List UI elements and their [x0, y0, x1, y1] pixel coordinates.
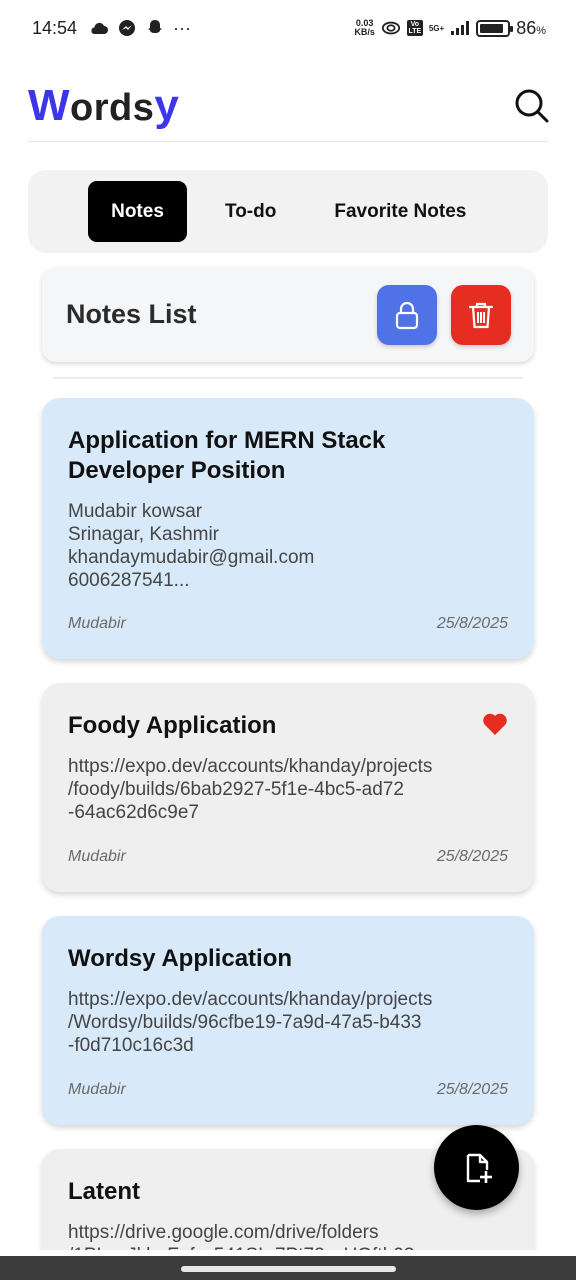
note-card[interactable]: Application for MERN Stack Developer Pos…	[42, 398, 534, 659]
note-footer: Mudabir 25/8/2025	[68, 615, 508, 633]
delete-button[interactable]	[451, 284, 511, 345]
add-note-icon	[466, 1153, 492, 1183]
note-title: Wordsy Application	[68, 945, 293, 972]
tab-favorite-notes[interactable]: Favorite Notes	[312, 181, 488, 242]
snapchat-icon	[145, 18, 165, 38]
hotspot-icon	[381, 18, 401, 38]
note-date: 25/8/2025	[436, 615, 508, 632]
status-time: 14:54	[32, 17, 78, 38]
note-date: 25/8/2025	[436, 1081, 508, 1098]
note-body: https://expo.dev/accounts/khanday/projec…	[68, 989, 433, 1056]
note-author: Mudabir	[68, 1081, 126, 1098]
battery-percent: 86%	[516, 17, 546, 38]
tab-todo[interactable]: To-do	[203, 181, 298, 242]
network-label: 5G+	[428, 23, 445, 33]
note-title: Foody Application	[68, 712, 277, 739]
battery-icon	[476, 19, 514, 37]
signal-icon	[450, 18, 470, 38]
note-card[interactable]: Wordsy Application https://expo.dev/acco…	[42, 916, 534, 1125]
note-title: Application for MERN Stack Developer Pos…	[68, 427, 386, 484]
note-footer: Mudabir 25/8/2025	[68, 1081, 508, 1099]
lock-icon	[395, 301, 419, 329]
tab-bar: Notes To-do Favorite Notes	[28, 170, 548, 253]
lock-button[interactable]	[377, 284, 437, 345]
trash-icon	[468, 302, 494, 328]
app-header: Wordsy	[28, 70, 549, 142]
notes-list-title: Notes List	[66, 299, 197, 329]
volte-badge: Vo LTE	[406, 20, 423, 36]
status-bar-right: 0.03 KB/s Vo LTE 5G+ 86%	[354, 18, 546, 39]
messenger-icon	[117, 18, 137, 38]
note-author: Mudabir	[68, 848, 126, 865]
home-gesture-handle[interactable]	[181, 1266, 396, 1272]
notes-list-header: Notes List	[42, 267, 534, 362]
note-date: 25/8/2025	[436, 848, 508, 865]
note-footer: Mudabir 25/8/2025	[68, 848, 508, 866]
list-actions	[377, 284, 511, 345]
search-button[interactable]	[512, 86, 552, 126]
app-logo: Wordsy	[28, 80, 180, 130]
search-icon	[515, 89, 549, 122]
heart-icon[interactable]	[482, 712, 508, 736]
divider	[53, 377, 523, 379]
cloud-icon	[89, 18, 109, 38]
more-indicator: ···	[173, 17, 192, 38]
status-bar-left: 14:54 ···	[32, 18, 191, 39]
status-bar: 14:54 ··· 0.03 KB/s Vo LTE 5G+ 86%	[0, 0, 576, 56]
note-card[interactable]: Foody Application https://expo.dev/accou…	[42, 683, 534, 892]
note-author: Mudabir	[68, 615, 126, 632]
add-note-button[interactable]	[434, 1125, 519, 1210]
note-body: https://expo.dev/accounts/khanday/projec…	[68, 756, 433, 823]
battery-level	[480, 23, 503, 33]
tab-notes[interactable]: Notes	[88, 181, 187, 242]
note-body: Mudabir kowsar Srinagar, Kashmir khanday…	[68, 501, 315, 591]
net-speed: 0.03 KB/s	[354, 18, 375, 37]
